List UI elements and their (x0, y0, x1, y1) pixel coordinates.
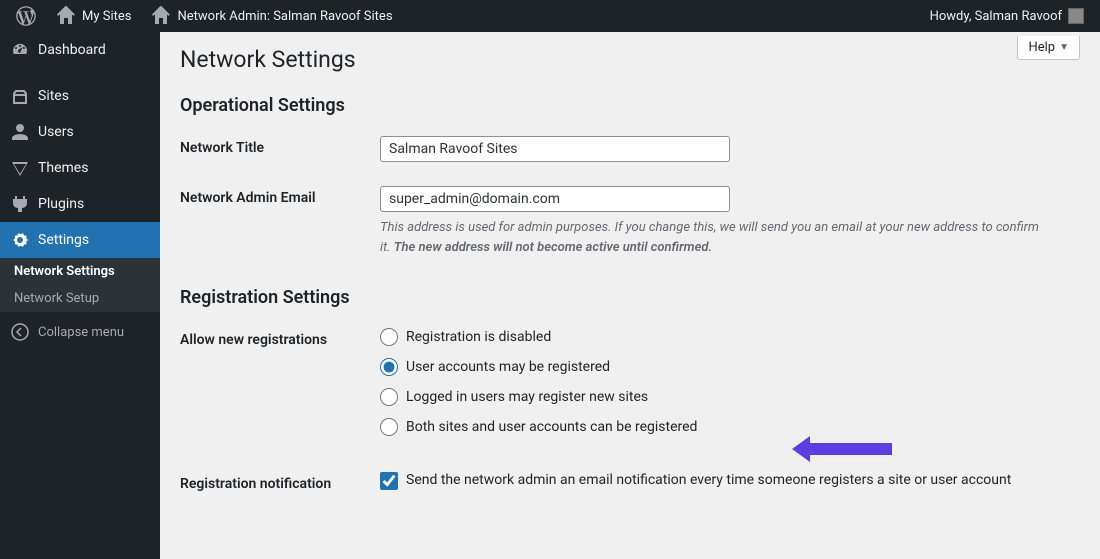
reg-radio-none[interactable] (380, 328, 398, 346)
menu-settings[interactable]: Settings (0, 222, 160, 258)
plugins-icon (10, 194, 30, 214)
reg-option-label: Registration is disabled (406, 329, 551, 345)
menu-dashboard[interactable]: Dashboard (0, 32, 160, 68)
reg-option-blog[interactable]: Logged in users may register new sites (380, 388, 1070, 406)
submenu-network-settings[interactable]: Network Settings (0, 258, 160, 285)
admin-email-description: This address is used for admin purposes.… (380, 218, 1040, 257)
help-tab[interactable]: Help ▼ (1017, 36, 1080, 60)
menu-label: Users (38, 124, 74, 140)
reg-notify-label: Registration notification (180, 460, 380, 508)
network-title-input[interactable] (380, 136, 730, 162)
site-title-link[interactable]: Network Admin: Salman Ravoof Sites (143, 0, 400, 32)
howdy-link[interactable]: Howdy, Salman Ravoof (922, 0, 1092, 32)
menu-label: Sites (38, 88, 69, 104)
wp-logo[interactable] (8, 0, 44, 32)
menu-plugins[interactable]: Plugins (0, 186, 160, 222)
chevron-down-icon: ▼ (1059, 42, 1069, 53)
admin-email-label: Network Admin Email (180, 174, 380, 269)
network-title-label: Network Title (180, 124, 380, 174)
my-sites-text: My Sites (82, 9, 131, 24)
site-title-text: Network Admin: Salman Ravoof Sites (177, 9, 392, 24)
registration-heading: Registration Settings (180, 269, 1080, 316)
reg-radio-blog[interactable] (380, 388, 398, 406)
home-icon (151, 6, 171, 26)
reg-notify-checkbox[interactable] (380, 472, 398, 490)
collapse-icon (10, 322, 30, 342)
dashboard-icon (10, 40, 30, 60)
home-icon (56, 6, 76, 26)
menu-label: Themes (38, 160, 88, 176)
submenu-network-setup[interactable]: Network Setup (0, 285, 160, 312)
users-icon (10, 122, 30, 142)
sites-icon (10, 86, 30, 106)
collapse-menu[interactable]: Collapse menu (0, 312, 160, 352)
reg-option-all[interactable]: Both sites and user accounts can be regi… (380, 418, 1070, 436)
reg-radio-user[interactable] (380, 358, 398, 376)
reg-option-label: Logged in users may register new sites (406, 389, 648, 405)
menu-users[interactable]: Users (0, 114, 160, 150)
admin-email-input[interactable] (380, 186, 730, 212)
help-label: Help (1028, 40, 1055, 55)
menu-themes[interactable]: Themes (0, 150, 160, 186)
reg-notify-text: Send the network admin an email notifica… (406, 472, 1011, 488)
reg-option-none[interactable]: Registration is disabled (380, 328, 1070, 346)
menu-label: Dashboard (38, 42, 106, 58)
menu-label: Plugins (38, 196, 84, 212)
menu-label: Settings (38, 232, 89, 248)
reg-option-user[interactable]: User accounts may be registered (380, 358, 1070, 376)
reg-option-label: Both sites and user accounts can be regi… (406, 419, 697, 435)
avatar (1068, 8, 1084, 24)
reg-option-label: User accounts may be registered (406, 359, 610, 375)
admin-sidebar: Dashboard Sites Users Themes Plugins Set… (0, 32, 160, 559)
reg-radio-all[interactable] (380, 418, 398, 436)
page-title: Network Settings (180, 32, 1080, 77)
wordpress-icon (16, 6, 36, 26)
reg-notify-option[interactable]: Send the network admin an email notifica… (380, 472, 1070, 490)
operational-heading: Operational Settings (180, 77, 1080, 124)
settings-icon (10, 230, 30, 250)
collapse-label: Collapse menu (38, 325, 124, 340)
menu-sites[interactable]: Sites (0, 78, 160, 114)
admin-bar: My Sites Network Admin: Salman Ravoof Si… (0, 0, 1100, 32)
main-content: Help ▼ Network Settings Operational Sett… (160, 32, 1100, 559)
my-sites-link[interactable]: My Sites (48, 0, 139, 32)
allow-reg-label: Allow new registrations (180, 316, 380, 460)
themes-icon (10, 158, 30, 178)
howdy-text: Howdy, Salman Ravoof (930, 9, 1062, 24)
